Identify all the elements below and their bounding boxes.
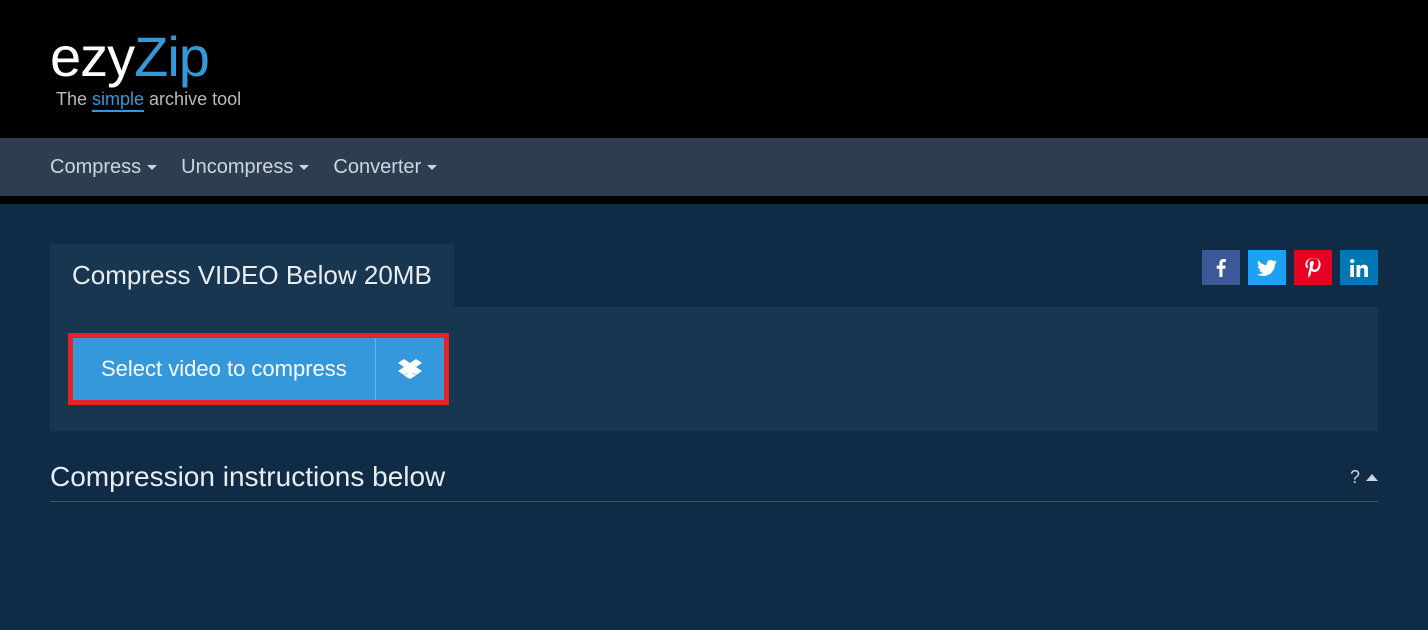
nav-converter-label: Converter bbox=[333, 156, 421, 179]
twitter-button[interactable] bbox=[1248, 250, 1286, 285]
nav-compress-label: Compress bbox=[50, 156, 141, 179]
instructions-toggle[interactable]: ? bbox=[1350, 467, 1378, 488]
linkedin-button[interactable] bbox=[1340, 250, 1378, 285]
toolbar-row: Compress VIDEO Below 20MB bbox=[50, 244, 1378, 307]
logo-text-zip: Zip bbox=[134, 25, 209, 88]
linkedin-icon bbox=[1350, 259, 1368, 277]
tagline: The simple archive tool bbox=[56, 89, 241, 110]
nav-converter[interactable]: Converter bbox=[333, 156, 437, 179]
separator bbox=[0, 196, 1428, 204]
dropbox-button[interactable] bbox=[376, 338, 444, 400]
chevron-up-icon bbox=[1366, 474, 1378, 481]
tagline-suffix: archive tool bbox=[144, 89, 241, 109]
instructions-title: Compression instructions below bbox=[50, 461, 445, 493]
page-tab[interactable]: Compress VIDEO Below 20MB bbox=[50, 244, 454, 307]
chevron-down-icon bbox=[299, 165, 309, 170]
twitter-icon bbox=[1257, 260, 1277, 276]
logo-block[interactable]: ezyZip The simple archive tool bbox=[50, 29, 241, 110]
select-video-label: Select video to compress bbox=[101, 356, 347, 382]
tagline-prefix: The bbox=[56, 89, 92, 109]
facebook-button[interactable] bbox=[1202, 250, 1240, 285]
select-video-button[interactable]: Select video to compress bbox=[73, 338, 376, 400]
instructions-header: Compression instructions below ? bbox=[50, 461, 1378, 502]
nav-compress[interactable]: Compress bbox=[50, 156, 157, 179]
tagline-highlight: simple bbox=[92, 89, 144, 112]
dropbox-icon bbox=[398, 359, 422, 379]
facebook-icon bbox=[1216, 259, 1226, 277]
navbar: Compress Uncompress Converter bbox=[0, 138, 1428, 196]
pinterest-icon bbox=[1305, 258, 1321, 278]
content: Compress VIDEO Below 20MB Select video t… bbox=[0, 204, 1428, 502]
logo: ezyZip bbox=[50, 29, 241, 85]
header: ezyZip The simple archive tool bbox=[0, 0, 1428, 138]
nav-uncompress-label: Uncompress bbox=[181, 156, 293, 179]
upload-panel: Select video to compress bbox=[50, 307, 1378, 431]
pinterest-button[interactable] bbox=[1294, 250, 1332, 285]
chevron-down-icon bbox=[427, 165, 437, 170]
social-share bbox=[1202, 250, 1378, 285]
chevron-down-icon bbox=[147, 165, 157, 170]
highlight-box: Select video to compress bbox=[68, 333, 449, 405]
logo-text-ezy: ezy bbox=[50, 25, 134, 88]
help-label: ? bbox=[1350, 467, 1360, 488]
page-tab-label: Compress VIDEO Below 20MB bbox=[72, 260, 432, 290]
nav-uncompress[interactable]: Uncompress bbox=[181, 156, 309, 179]
